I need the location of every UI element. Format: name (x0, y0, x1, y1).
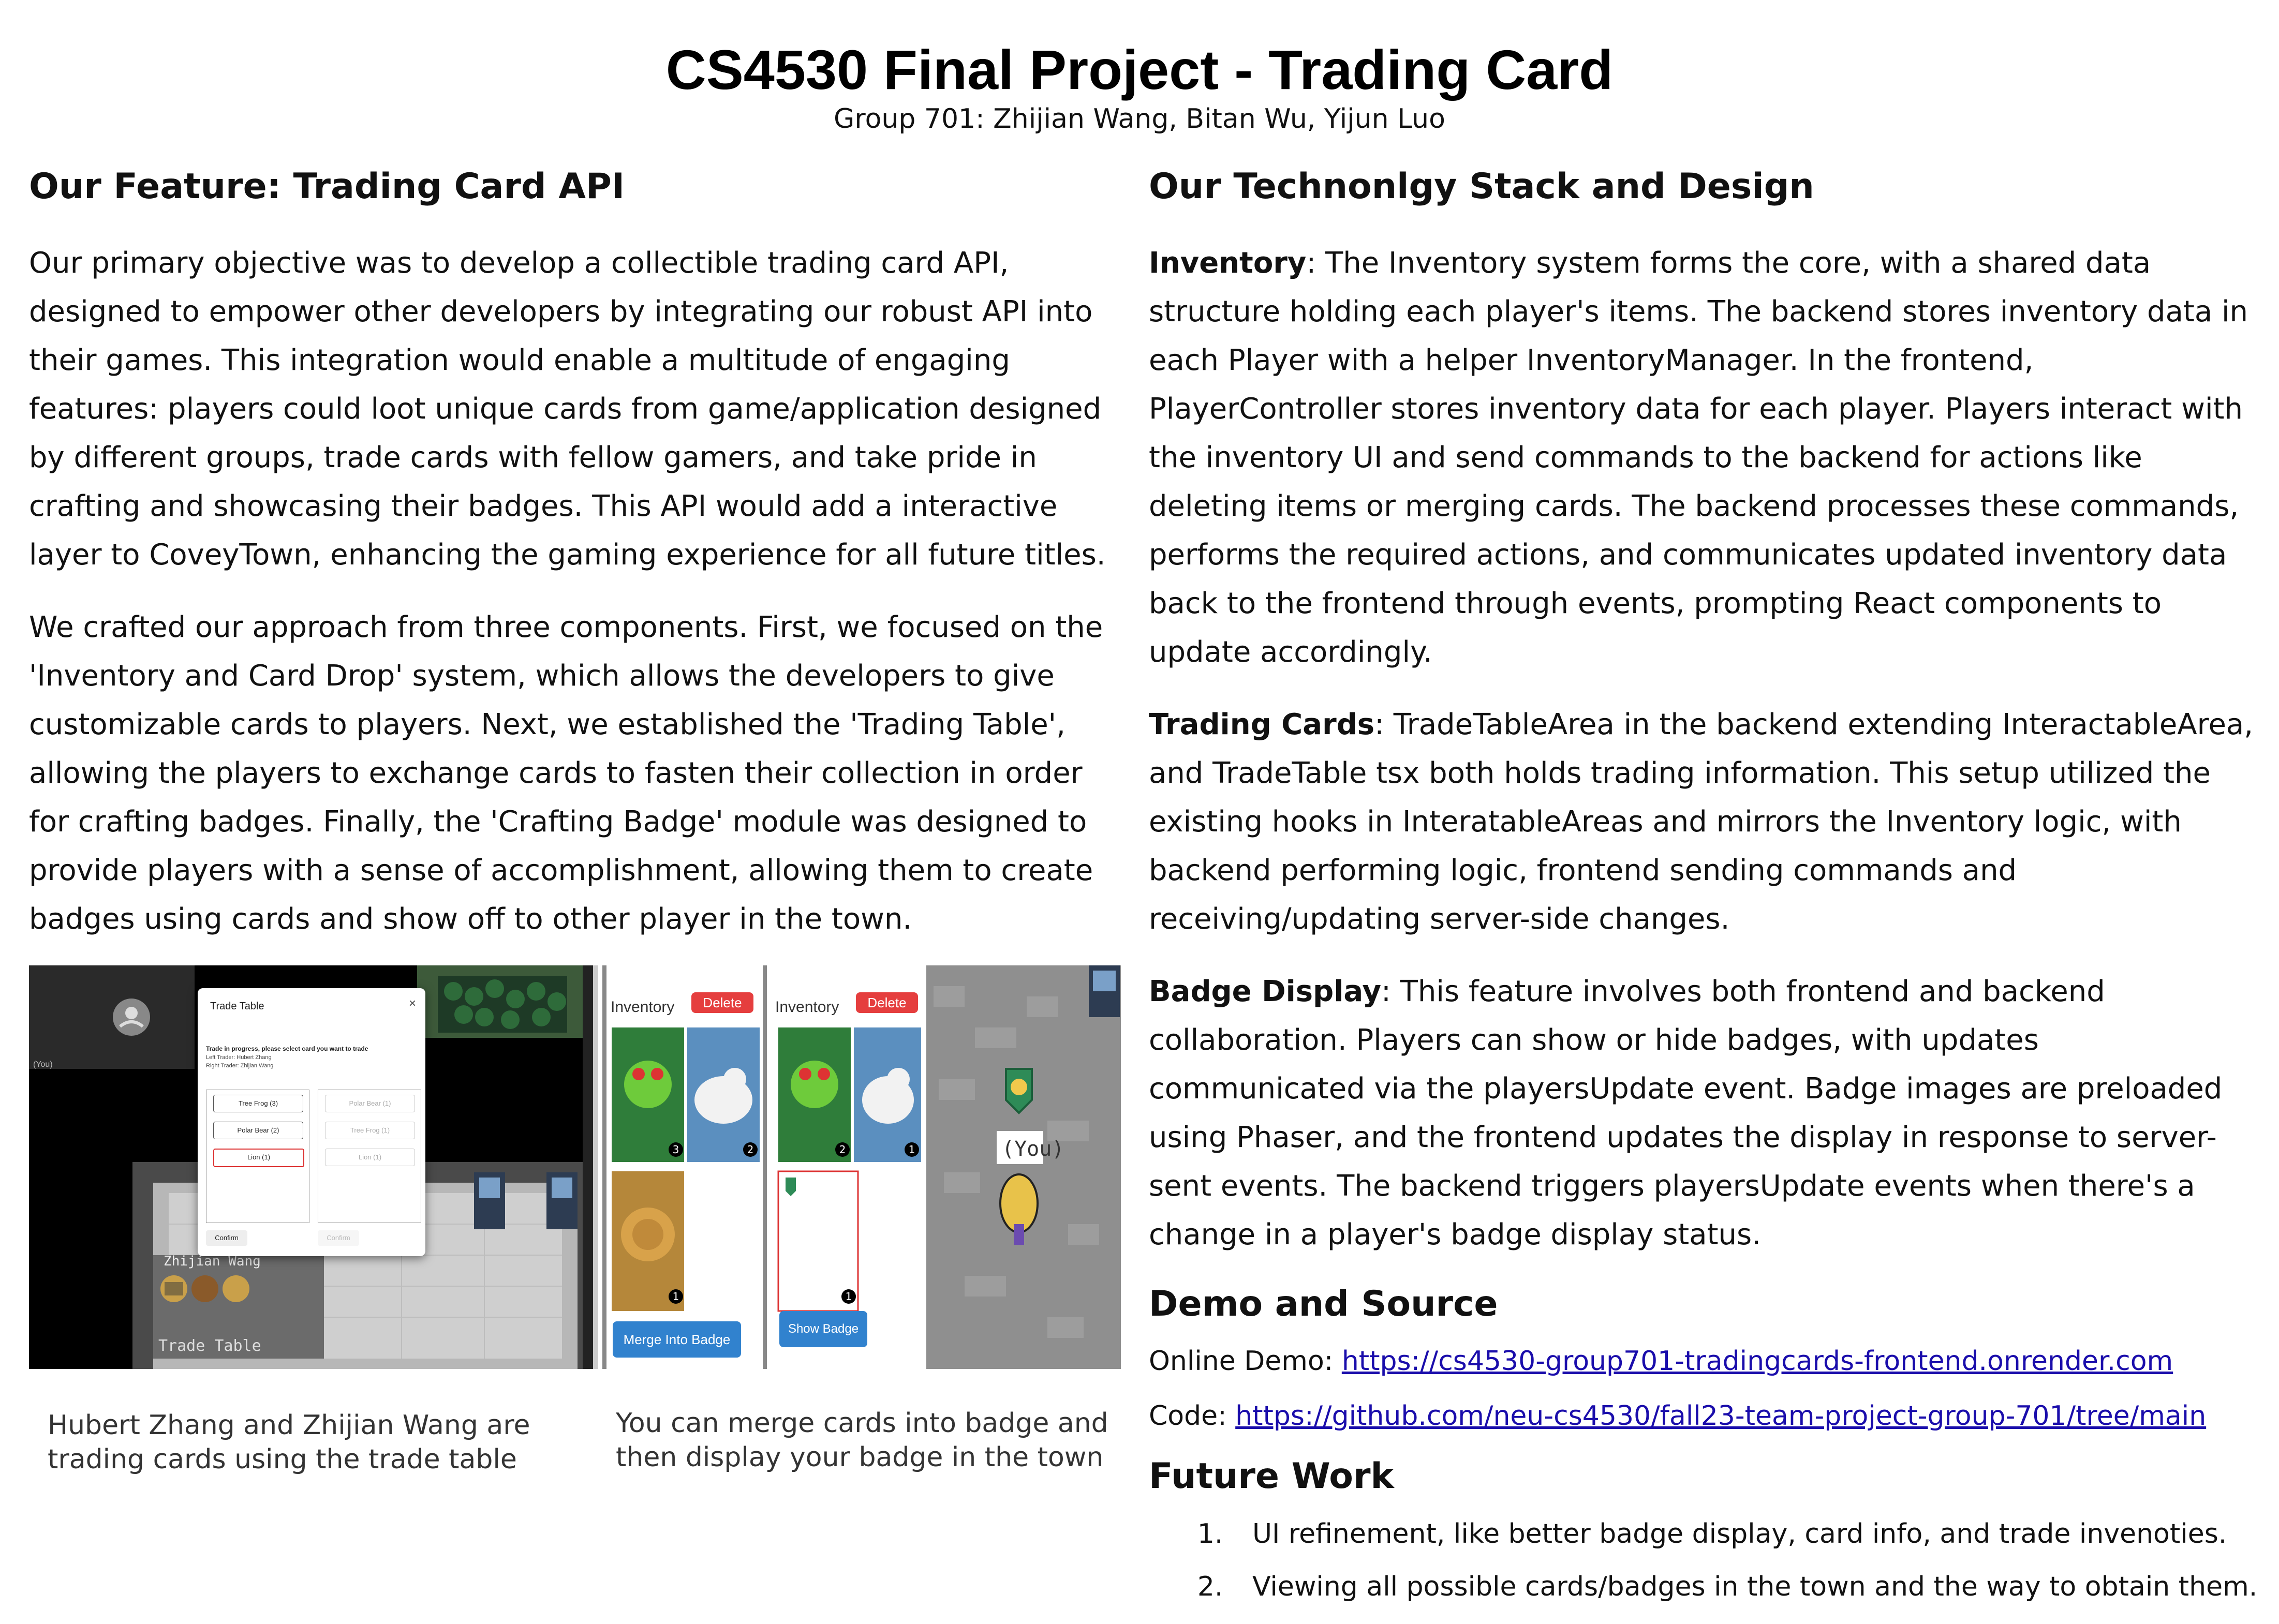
left-card-button-0[interactable]: Tree Frog (3) (213, 1095, 303, 1112)
demo-line: Online Demo: https://cs4530-group701-tra… (1149, 1346, 2261, 1377)
feature-heading: Our Feature: Trading Card API (29, 166, 625, 207)
trade-table-screenshot: (You) Zhijian Wang Trade Table Trade Tab… (29, 965, 598, 1369)
left-card-button-1[interactable]: Polar Bear (2) (213, 1122, 303, 1139)
card-count-a-2: 1 (669, 1289, 683, 1304)
trade-dialog-title: Trade Table (210, 1001, 264, 1012)
confirm-button-right[interactable]: Confirm (318, 1230, 359, 1246)
approach-paragraph: We crafted our approach from three compo… (29, 610, 1103, 936)
you-tag: (You) (1002, 1137, 1064, 1161)
trade-instruction: Trade in progress, please select card yo… (206, 1045, 368, 1052)
trading-cards-label: Trading Cards (1149, 707, 1375, 741)
future-work-item: Viewing all possible cards/badges in the… (1232, 1571, 2261, 1602)
objective-paragraph: Our primary objective was to develop a c… (29, 246, 1106, 572)
code-prefix: Code: (1149, 1400, 1236, 1432)
inventory-badge-screenshot: (You) Inventory Delete Inventory Delete … (602, 965, 1121, 1369)
card-count-b-2: 1 (841, 1289, 856, 1304)
badge-display-label: Badge Display (1149, 974, 1381, 1008)
trading-cards-text: : TradeTableArea in the backend extendin… (1149, 707, 2254, 936)
demo-prefix: Online Demo: (1149, 1346, 1342, 1377)
trading-cards-paragraph: Trading Cards: TradeTableArea in the bac… (1149, 701, 2261, 944)
show-badge-button[interactable]: Show Badge (779, 1311, 867, 1347)
right-card-button-0[interactable]: Polar Bear (1) (325, 1095, 415, 1112)
figure-row: (You) Zhijian Wang Trade Table Trade Tab… (29, 965, 1121, 1369)
inventory-paragraph: Inventory: The Inventory system forms th… (1149, 239, 2261, 677)
card-count-b-0: 2 (835, 1142, 850, 1157)
badge-display-paragraph: Badge Display: This feature involves bot… (1149, 967, 2261, 1259)
poster-title: CS4530 Final Project - Trading Card (665, 38, 1614, 101)
left-card-button-2[interactable]: Lion (1) (213, 1149, 304, 1167)
future-work-list: UI refinement, like better badge display… (1149, 1518, 2261, 1602)
code-link[interactable]: https://github.com/neu-cs4530/fall23-tea… (1235, 1400, 2206, 1432)
right-trader: Right Trader: Zhijian Wang (206, 1063, 274, 1069)
poster-subtitle: Group 701: Zhijian Wang, Bitan Wu, Yijun… (834, 103, 1445, 135)
code-line: Code: https://github.com/neu-cs4530/fall… (1149, 1400, 2261, 1432)
links-section: Online Demo: https://cs4530-group701-tra… (1149, 1346, 2261, 1432)
inventory-label-a: Inventory (611, 999, 675, 1016)
delete-button-b[interactable]: Delete (856, 992, 918, 1013)
you-label: (You) (33, 1060, 53, 1069)
delete-button-a[interactable]: Delete (691, 992, 753, 1013)
demo-link[interactable]: https://cs4530-group701-tradingcards-fro… (1342, 1346, 2173, 1377)
close-icon[interactable]: × (409, 996, 416, 1011)
right-card-button-1[interactable]: Tree Frog (1) (325, 1122, 415, 1139)
trade-table-label: Trade Table (158, 1337, 261, 1355)
card-count-a-0: 3 (669, 1142, 683, 1157)
badge-display-text: : This feature involves both frontend an… (1149, 974, 2223, 1251)
right-card-button-2[interactable]: Lion (1) (325, 1149, 415, 1166)
merge-into-badge-button[interactable]: Merge Into Badge (613, 1321, 741, 1358)
avatar-icon (113, 999, 150, 1036)
figure-caption-2: You can merge cards into badge and then … (616, 1408, 1108, 1473)
right-column: Our Technonlgy Stack and Design Inventor… (1149, 166, 2261, 1624)
card-count-b-1: 1 (905, 1142, 919, 1157)
player-sprites (160, 1275, 249, 1302)
trade-dialog: Trade Table × Trade in progress, please … (198, 988, 425, 1256)
figure-caption-1: Hubert Zhang and Zhijian Wang are tradin… (48, 1410, 530, 1475)
left-trader: Left Trader: Hubert Zhang (206, 1054, 272, 1061)
inventory-label: Inventory (1149, 246, 1307, 280)
card-count-a-1: 2 (743, 1142, 758, 1157)
inventory-label-b: Inventory (775, 999, 839, 1016)
future-work-heading: Future Work (1149, 1456, 1394, 1497)
confirm-button-left[interactable]: Confirm (206, 1230, 247, 1246)
tech-stack-heading: Our Technonlgy Stack and Design (1149, 166, 1814, 207)
future-work-item: UI refinement, like better badge display… (1232, 1518, 2261, 1549)
left-column: Our Feature: Trading Card API Our primar… (29, 166, 1121, 967)
demo-heading: Demo and Source (1149, 1283, 1498, 1324)
inventory-text: : The Inventory system forms the core, w… (1149, 246, 2248, 669)
